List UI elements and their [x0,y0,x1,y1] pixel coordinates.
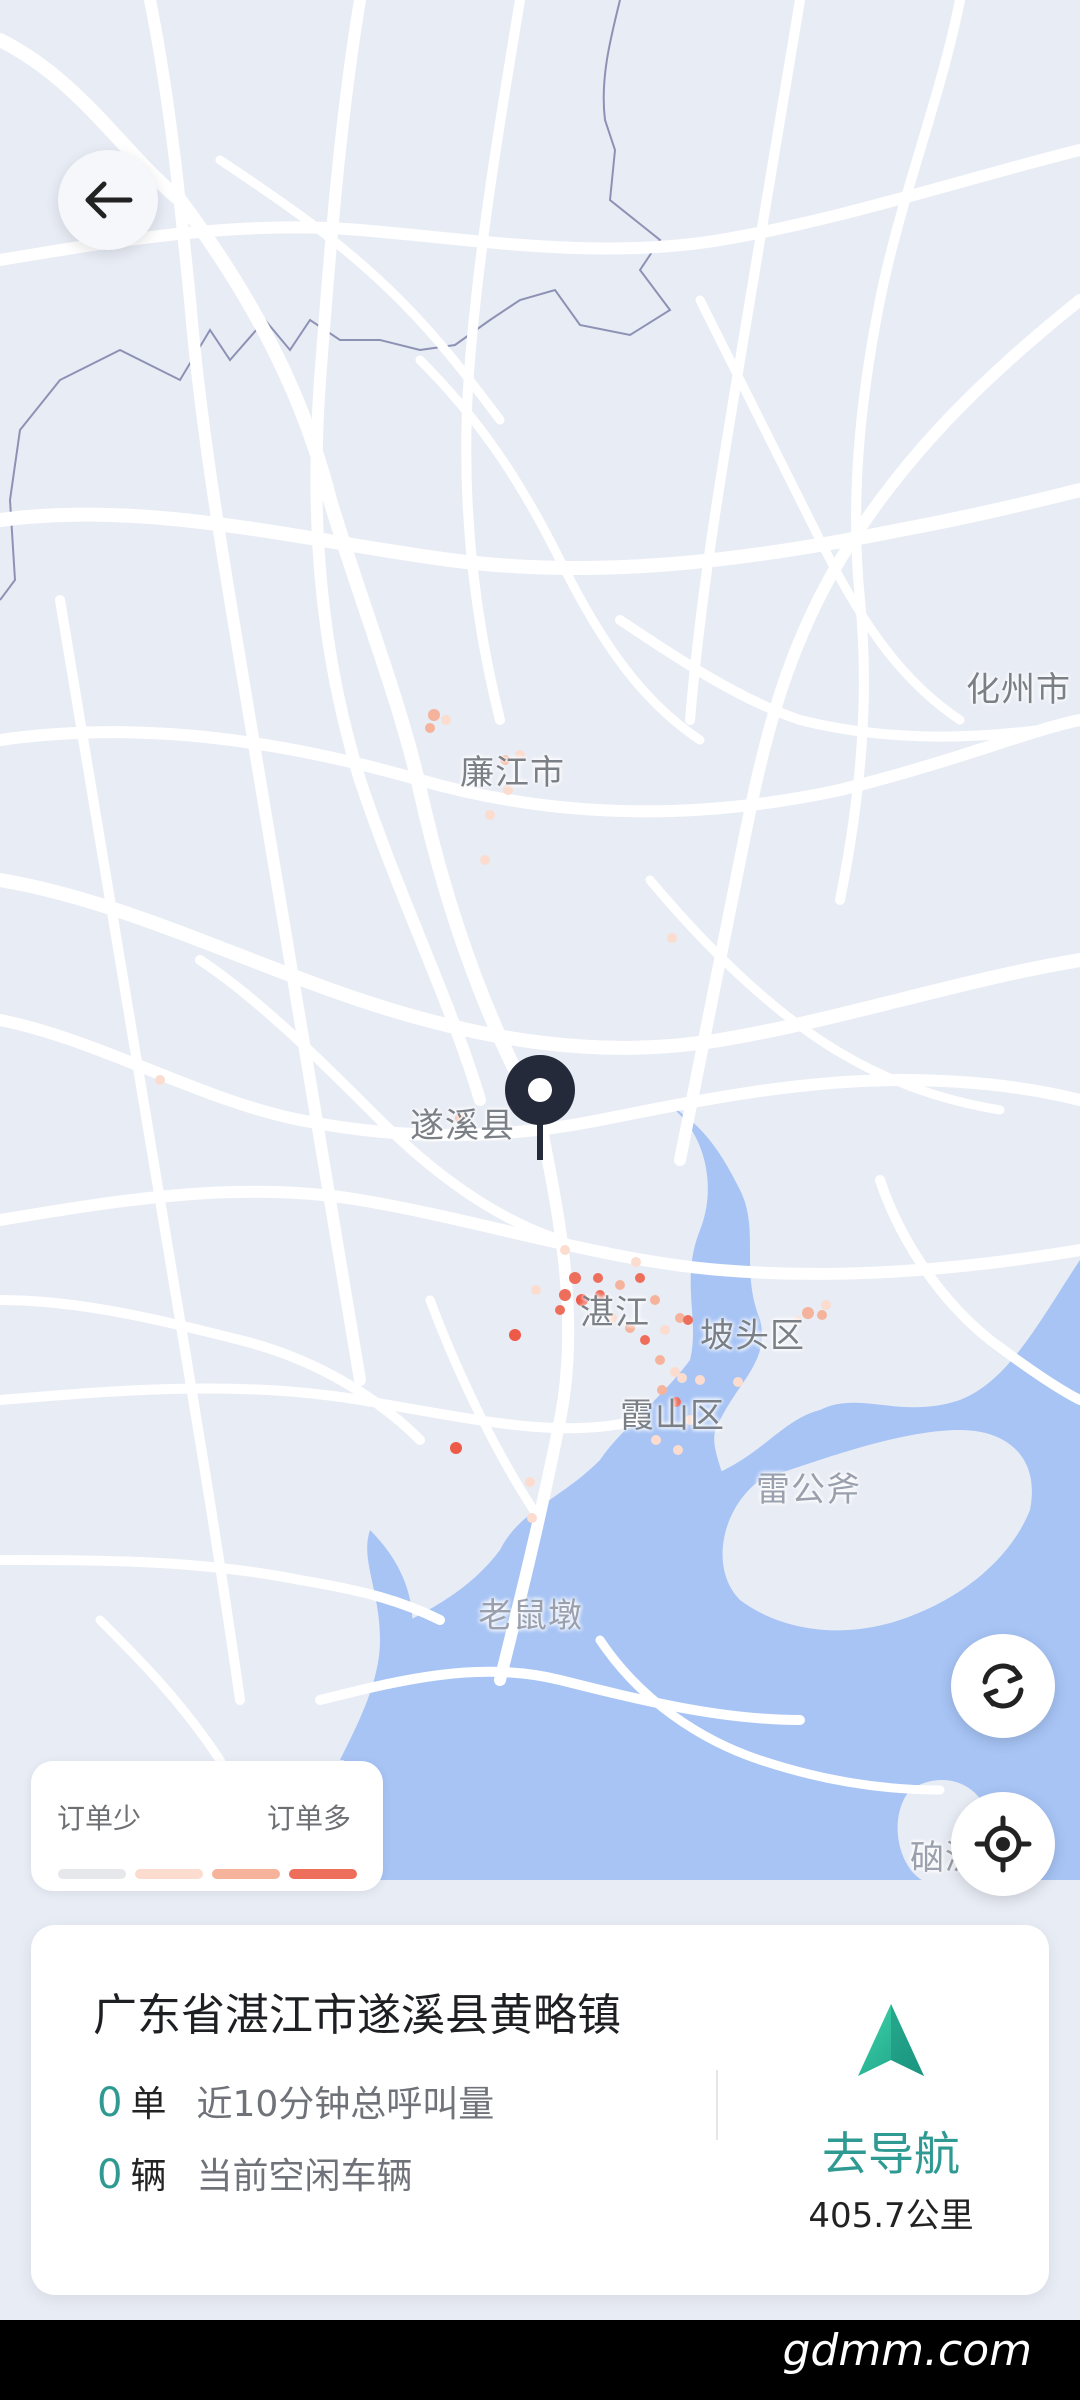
orders-count: 0 [97,2080,123,2126]
map-label-lianjiang: 廉江市 [460,753,565,793]
map-label-huazhou: 化州市 [966,670,1071,710]
legend-swatch-2 [135,1869,203,1879]
orders-stat-row: 0 单 近10分钟总呼叫量 [97,2075,494,2127]
orders-unit: 单 [130,2084,167,2125]
map-label-suixi: 遂溪县 [410,1106,515,1146]
cars-unit: 辆 [130,2156,167,2197]
orders-description: 近10分钟总呼叫量 [196,2084,495,2125]
cars-description: 当前空闲车辆 [196,2156,413,2197]
heatmap-legend: 订单少 订单多 [31,1761,383,1891]
refresh-icon [982,1663,1024,1709]
card-divider [716,2070,718,2140]
legend-swatch-1 [58,1869,126,1879]
map-label-leigongfu: 雷公斧 [756,1470,861,1510]
refresh-button[interactable] [951,1634,1055,1738]
map-label-zhanjiang: 湛江 [580,1293,650,1333]
legend-swatch-4 [289,1869,357,1879]
map-label-xiashan: 霞山区 [620,1396,725,1436]
navigation-arrow-icon [858,2004,924,2076]
navigate-button[interactable]: 去导航 405.7公里 [771,2000,1011,2236]
legend-high-label: 订单多 [267,1802,352,1835]
cars-stat-row: 0 辆 当前空闲车辆 [97,2147,412,2199]
location-info-card: 广东省湛江市遂溪县黄略镇 0 单 近10分钟总呼叫量 0 辆 当前空闲车辆 去导… [31,1925,1049,2295]
watermark-text: gdmm.com [782,2325,1032,2376]
map-label-potou: 坡头区 [700,1316,805,1356]
legend-low-label: 订单少 [57,1802,142,1835]
navigate-label: 去导航 [822,2127,960,2181]
locate-icon [974,1815,1032,1873]
arrow-left-icon [85,181,133,219]
locate-button[interactable] [951,1792,1055,1896]
back-button[interactable] [58,150,158,250]
map-label-laoshudun: 老鼠墩 [478,1596,583,1636]
legend-swatch-3 [212,1869,280,1879]
navigate-distance: 405.7公里 [808,2196,974,2236]
address-text: 广东省湛江市遂溪县黄略镇 [93,1990,621,2041]
cars-count: 0 [97,2152,123,2198]
